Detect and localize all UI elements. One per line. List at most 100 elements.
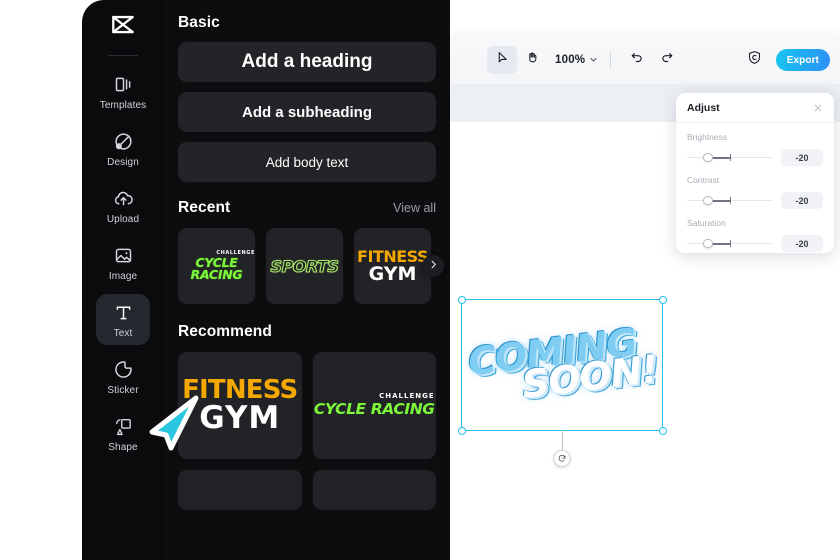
resize-handle-bottom-right[interactable]: [658, 426, 667, 435]
capcut-logo-icon: [108, 12, 138, 43]
rotate-handle-button[interactable]: [553, 450, 571, 468]
close-x-icon: [813, 100, 823, 117]
saturation-label: Saturation: [687, 218, 726, 228]
adjust-close-button[interactable]: [813, 103, 823, 113]
saturation-value[interactable]: -20: [781, 235, 823, 252]
brightness-label: Brightness: [687, 132, 728, 142]
resize-handle-top-right[interactable]: [658, 295, 667, 304]
recent-card-line2: GYM: [368, 262, 417, 285]
dark-overlay-shell: Templates Design Upload Image Text Stick…: [36, 0, 480, 560]
slider-knob[interactable]: [703, 152, 714, 163]
recent-section-header: Recent View all: [178, 199, 436, 217]
sidebar-item-image[interactable]: Image: [96, 237, 150, 288]
sidebar-item-sticker[interactable]: Sticker: [96, 351, 150, 402]
sidebar-item-label: Upload: [106, 214, 140, 225]
redo-icon: [660, 51, 674, 70]
recommend-card-line2: GYM: [199, 400, 281, 436]
recommend-card-cycle-racing[interactable]: CHALLENGE CYCLE RACING: [312, 352, 436, 459]
sidebar-item-label: Design: [107, 157, 139, 168]
recommend-cards-grid: FITNESS GYM CHALLENGE CYCLE RACING: [178, 352, 436, 510]
recommend-card-kicker: CHALLENGE: [379, 392, 435, 401]
add-heading-button[interactable]: Add a heading: [178, 42, 436, 82]
adjust-panel-header: Adjust: [687, 102, 823, 122]
adjust-control-contrast: Contrast -20: [687, 175, 823, 209]
slider-center-tick: [729, 197, 731, 204]
recent-card-fitness-gym[interactable]: FITNESS GYM: [354, 228, 431, 304]
sidebar-item-text[interactable]: Text: [96, 294, 150, 345]
hand-tool-button[interactable]: [517, 46, 547, 74]
zoom-control[interactable]: 100%: [555, 51, 598, 69]
adjust-panel-title: Adjust: [687, 102, 720, 114]
add-subheading-button[interactable]: Add a subheading: [178, 92, 436, 132]
templates-icon: [113, 73, 134, 95]
text-panel: Basic Add a heading Add a subheading Add…: [164, 0, 450, 560]
upload-cloud-icon: [113, 187, 134, 209]
contrast-value[interactable]: -20: [781, 192, 823, 209]
shape-icon: [113, 415, 134, 437]
recent-card-cycle-racing[interactable]: CHALLENGE CYCLE RACING: [178, 228, 255, 304]
adjust-control-saturation: Saturation -20: [687, 218, 823, 252]
editor-toolbar: 100% Export: [447, 36, 840, 84]
copyright-check-button[interactable]: [742, 47, 768, 73]
toolbar-divider: [610, 52, 612, 68]
app-logo[interactable]: [82, 4, 164, 50]
brightness-value[interactable]: -20: [781, 149, 823, 166]
image-icon: [113, 244, 134, 266]
text-t-icon: [113, 301, 134, 323]
slider-center-tick: [729, 240, 731, 247]
sidebar-item-templates[interactable]: Templates: [96, 66, 150, 117]
shield-copyright-icon: [747, 50, 762, 70]
redo-button[interactable]: [652, 46, 682, 74]
rotate-handle-icon: [558, 450, 567, 468]
undo-icon: [630, 51, 644, 70]
rotate-stem: [562, 430, 564, 450]
slider-knob[interactable]: [703, 195, 714, 206]
adjust-control-brightness: Brightness -20: [687, 132, 823, 166]
recommend-card-title: CYCLE RACING: [313, 400, 435, 419]
contrast-label: Contrast: [687, 175, 720, 185]
zoom-level-label: 100%: [555, 54, 586, 66]
recommend-card-fitness-gym[interactable]: FITNESS GYM: [178, 352, 302, 459]
chevron-right-icon: [428, 257, 439, 275]
sidebar-item-label: Image: [108, 271, 138, 282]
design-brush-icon: [113, 130, 134, 152]
hand-pan-icon: [526, 51, 539, 69]
select-tool-button[interactable]: [487, 46, 517, 74]
recent-cards-row: CHALLENGE CYCLE RACING SPORTS FITNESS GY…: [178, 228, 444, 304]
brightness-slider[interactable]: [687, 152, 772, 164]
selected-object-frame[interactable]: COMING SOON!: [457, 295, 667, 467]
adjust-panel[interactable]: Adjust Brightness -20 Contrast -20 Satur…: [676, 93, 834, 253]
slider-knob[interactable]: [703, 238, 714, 249]
sidebar-item-upload[interactable]: Upload: [96, 180, 150, 231]
undo-button[interactable]: [622, 46, 652, 74]
recommend-section-title: Recommend: [178, 323, 272, 340]
sidebar-item-shape[interactable]: Shape: [96, 408, 150, 459]
recommend-card-placeholder-2[interactable]: [312, 470, 436, 510]
recent-card-sports[interactable]: SPORTS: [266, 228, 343, 304]
contrast-slider[interactable]: [687, 195, 772, 207]
recent-view-all-link[interactable]: View all: [393, 201, 436, 215]
rail-divider: [108, 55, 138, 56]
recent-section-title: Recent: [178, 199, 231, 216]
export-button[interactable]: Export: [775, 49, 830, 71]
screenshot-root: 100% Export COMING SOON! Adjust Brightne…: [0, 0, 840, 560]
add-body-text-button[interactable]: Add body text: [178, 142, 436, 182]
cursor-select-icon: [496, 51, 509, 69]
sidebar-item-label: Text: [113, 328, 133, 339]
chevron-down-icon[interactable]: [589, 51, 598, 69]
sticker-icon: [113, 358, 134, 380]
recommend-card-placeholder-1[interactable]: [178, 470, 302, 510]
slider-center-tick: [729, 154, 731, 161]
basic-section-title: Basic: [178, 14, 220, 31]
sidebar-item-design[interactable]: Design: [96, 123, 150, 174]
sidebar-item-label: Templates: [99, 100, 147, 111]
sidebar-item-label: Shape: [108, 442, 138, 453]
sidebar-item-label: Sticker: [107, 385, 139, 396]
recent-next-button[interactable]: [422, 255, 444, 277]
recent-card-title: SPORTS: [270, 256, 339, 276]
saturation-slider[interactable]: [687, 238, 772, 250]
recent-card-title: CYCLE RACING: [190, 254, 243, 282]
adjust-divider: [676, 122, 834, 123]
left-rail: Templates Design Upload Image Text Stick…: [82, 0, 164, 560]
coming-soon-text-object[interactable]: COMING SOON!: [455, 288, 669, 441]
